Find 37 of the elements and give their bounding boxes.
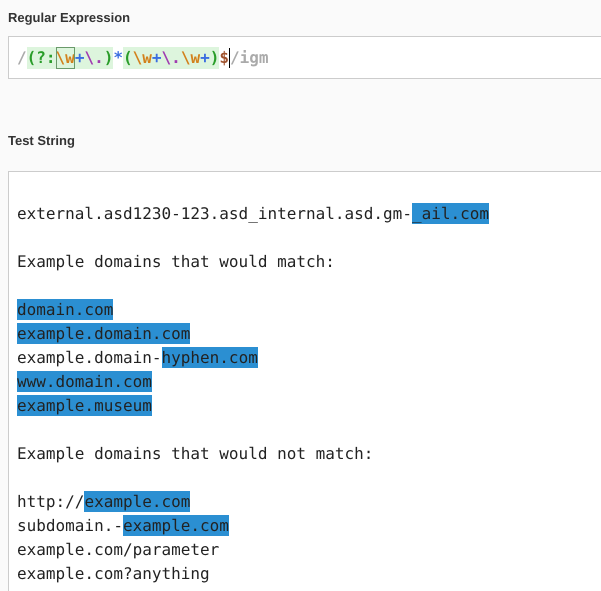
regex-token: ) — [210, 46, 220, 68]
match-highlight: hyphen.com — [162, 346, 258, 368]
test-text: Example domains that would not match: — [17, 442, 374, 464]
test-text: subdomain.- — [17, 514, 123, 536]
test-text: example.com/parameter — [17, 538, 220, 560]
match-highlight: example.domain.com — [17, 322, 190, 344]
regex-token: /igm — [230, 46, 269, 68]
test-string-field[interactable] — [8, 171, 601, 591]
regex-token: (?: — [26, 46, 56, 68]
match-highlight: example.com — [84, 490, 190, 512]
regex-token: + — [152, 46, 162, 68]
match-highlight: domain.com — [17, 298, 114, 320]
regex-token: ) — [104, 46, 114, 68]
test-text: Example domains that would match: — [17, 250, 335, 272]
regex-token: \. — [84, 46, 104, 68]
match-highlight: example.museum — [17, 394, 152, 416]
section-label: Regular Expression — [8, 9, 132, 27]
regex-token: + — [200, 46, 210, 68]
regex-token: / — [17, 46, 27, 68]
regex-input-field[interactable]: /(?:\w+\.)*(\w+\.\w+)$/igm — [8, 36, 601, 79]
test-text: example.com?anything — [17, 562, 210, 584]
test-text: example.domain- — [17, 346, 162, 368]
test-text: external.asd1230-123.asd_internal.asd.gm- — [17, 202, 412, 224]
regex-token: \w — [56, 46, 75, 68]
match-highlight: www.domain.com — [17, 370, 152, 392]
regex-token: $ — [219, 46, 229, 68]
regex-token: \w — [132, 46, 152, 68]
regex-token: \w — [180, 46, 200, 68]
regex-token: \. — [162, 46, 181, 68]
text-cursor — [229, 48, 230, 68]
regex-token: + — [74, 46, 84, 68]
match-highlight: example.com — [122, 514, 229, 536]
regex-token: * — [113, 46, 123, 68]
match-highlight: _ail.com — [412, 202, 490, 224]
test-text: http:// — [17, 490, 84, 512]
regex-token: ( — [123, 46, 133, 68]
section-label: Test String — [8, 132, 76, 150]
